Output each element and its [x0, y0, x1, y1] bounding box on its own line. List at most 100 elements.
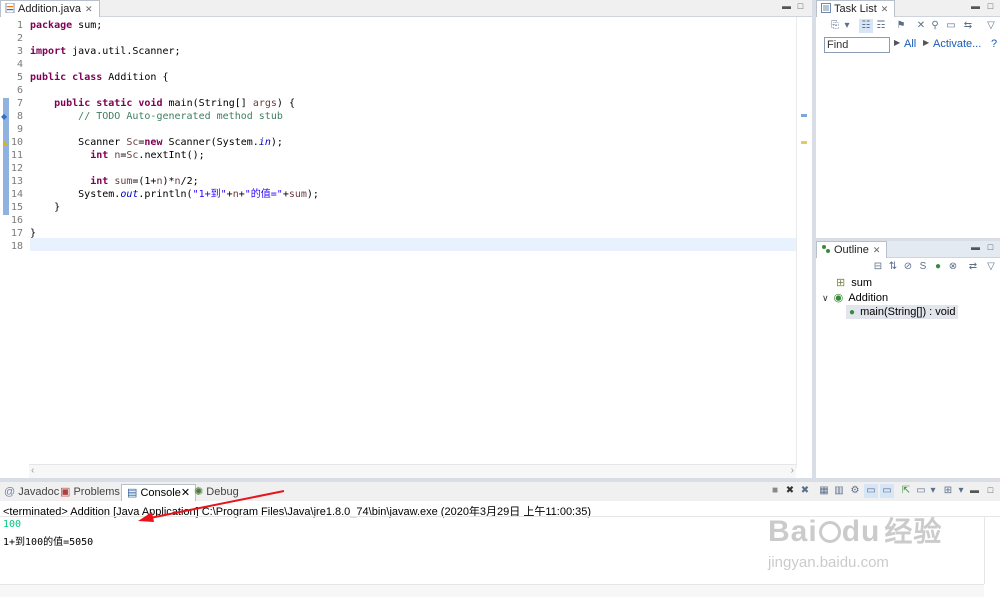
code-token: sum;	[72, 20, 103, 31]
dropdown-icon[interactable]: ▾	[954, 484, 968, 498]
code-token: int	[90, 176, 109, 187]
line-number: 7	[16, 98, 23, 109]
hide-fields-icon[interactable]: ⊘	[901, 260, 915, 274]
view-menu-icon[interactable]: ▽	[984, 19, 998, 33]
console-horizontal-scrollbar[interactable]	[0, 584, 984, 597]
open-console-icon[interactable]: ⊞	[941, 484, 955, 498]
line-number: 1	[16, 20, 23, 31]
code-token: class	[72, 72, 103, 83]
method-label: main(String[]) : void	[860, 306, 956, 318]
code-token: void	[138, 98, 163, 109]
chevron-down-icon[interactable]: ∨	[822, 293, 829, 303]
maximize-icon[interactable]: □	[986, 2, 995, 11]
outline-icon	[821, 243, 831, 253]
collapse-icon[interactable]: ✕	[914, 19, 928, 33]
outline-title: Outline	[834, 244, 869, 256]
view-menu-icon[interactable]: ▽	[984, 260, 998, 274]
tree-item-class[interactable]: ∨ ◉ Addition	[822, 291, 888, 304]
line-number: 4	[16, 59, 23, 70]
scroll-lock-icon[interactable]: ▥	[832, 484, 846, 498]
all-link[interactable]: All	[904, 38, 916, 50]
line-number: 9	[16, 124, 23, 135]
hide-nonpublic-icon[interactable]: ●	[931, 260, 945, 274]
terminate-icon[interactable]: ■	[768, 484, 782, 498]
minimize-icon[interactable]: ▬	[971, 243, 980, 252]
line-number: 10	[10, 137, 23, 148]
clear-console-icon[interactable]: ▦	[817, 484, 831, 498]
code-token: );	[270, 137, 283, 148]
minimize-icon[interactable]: ▬	[971, 2, 980, 11]
task-find-input[interactable]: Find	[824, 37, 890, 53]
show-stdout-icon[interactable]: ▭	[864, 484, 878, 498]
dropdown-icon[interactable]: ▾	[926, 484, 940, 498]
code-area[interactable]: package sum; import java.util.Scanner; pub…	[30, 17, 796, 467]
line-number: 18	[10, 241, 23, 252]
code-token: args	[252, 98, 277, 109]
link-editor-icon[interactable]: ⇄	[966, 260, 980, 274]
code-token: // TODO Auto-generated method stub	[78, 111, 283, 122]
focus-icon[interactable]: ⚲	[928, 19, 942, 33]
categorized-icon[interactable]: ☷	[859, 19, 873, 33]
activate-link[interactable]: Activate...	[933, 38, 981, 50]
code-token: }	[30, 202, 61, 213]
code-token: package	[30, 20, 73, 31]
scheduled-icon[interactable]: ☶	[874, 19, 888, 33]
line-number: 12	[10, 163, 23, 174]
code-line: public class Addition {	[30, 71, 169, 84]
overview-mark-warning	[801, 141, 807, 144]
maximize-icon[interactable]: □	[796, 2, 805, 11]
watermark-cn: 经验	[884, 516, 943, 547]
horizontal-scrollbar[interactable]: ‹ ›	[29, 464, 796, 478]
show-stderr-icon[interactable]: ▭	[880, 484, 894, 498]
line-number-gutter: 1 2 3 4 5 6 7 8 9 10 11 12 13 14 15 16 17 18 ◆ ▲	[0, 17, 29, 468]
code-token: .println(	[138, 189, 193, 200]
java-file-icon	[5, 2, 15, 14]
remove-launch-icon[interactable]: ✖	[783, 484, 797, 498]
line-number: 13	[10, 176, 23, 187]
code-token: public	[54, 98, 91, 109]
close-icon[interactable]: ✕	[85, 4, 93, 14]
package-icon: ⊞	[836, 277, 846, 289]
hide-local-types-icon[interactable]: ⊗	[946, 260, 960, 274]
tab-addition-java[interactable]: Addition.java ✕	[0, 0, 100, 17]
tree-item-method[interactable]: ● main(String[]) : void	[846, 305, 959, 319]
help-icon[interactable]: ?	[991, 38, 997, 50]
scroll-right-icon[interactable]: ›	[791, 465, 794, 476]
maximize-icon[interactable]: □	[986, 486, 995, 495]
code-token: new	[144, 137, 163, 148]
code-token: Scanner(System.	[162, 137, 259, 148]
minimize-view-icon[interactable]: ▭	[944, 19, 958, 33]
tab-task-list[interactable]: Task List ✕	[816, 0, 896, 17]
pin-console-icon[interactable]: ⇱	[899, 484, 913, 498]
class-label: Addition	[848, 292, 889, 304]
scroll-left-icon[interactable]: ‹	[31, 465, 34, 476]
code-token: sum	[114, 176, 133, 187]
dropdown-icon[interactable]: ▾	[840, 19, 854, 33]
filter-icon[interactable]: ⚑	[894, 19, 908, 33]
tab-javadoc[interactable]: @ Javadoc	[4, 484, 59, 501]
sync-icon[interactable]: ⇆	[961, 19, 975, 33]
hide-static-icon[interactable]: S	[916, 260, 930, 274]
word-wrap-icon[interactable]: ⚙	[848, 484, 862, 498]
console-input-line: 100	[3, 519, 22, 530]
remove-all-icon[interactable]: ✖	[798, 484, 812, 498]
close-icon[interactable]: ✕	[881, 4, 889, 14]
override-marker-icon: ◆	[1, 112, 8, 121]
console-vertical-scrollbar[interactable]	[984, 516, 1000, 584]
code-token: )*	[162, 176, 175, 187]
minimize-icon[interactable]: ▬	[782, 2, 791, 11]
editor-tabbar: Addition.java ✕ ▬ □	[0, 0, 812, 17]
close-icon[interactable]: ✕	[873, 245, 881, 255]
code-token: java.util.Scanner;	[66, 46, 181, 57]
collapse-all-icon[interactable]: ⊟	[871, 260, 885, 274]
maximize-icon[interactable]: □	[986, 243, 995, 252]
tab-problems[interactable]: ▣ Problems	[60, 484, 120, 501]
minimize-icon[interactable]: ▬	[970, 486, 979, 495]
class-icon: ◉	[833, 292, 844, 304]
tree-item-package[interactable]: ⊞ sum	[836, 276, 872, 289]
problems-icon: ▣	[60, 486, 71, 498]
sort-icon[interactable]: ⇅	[886, 260, 900, 274]
vertical-scrollbar[interactable]	[796, 17, 812, 468]
tab-outline[interactable]: Outline ✕	[816, 241, 888, 258]
